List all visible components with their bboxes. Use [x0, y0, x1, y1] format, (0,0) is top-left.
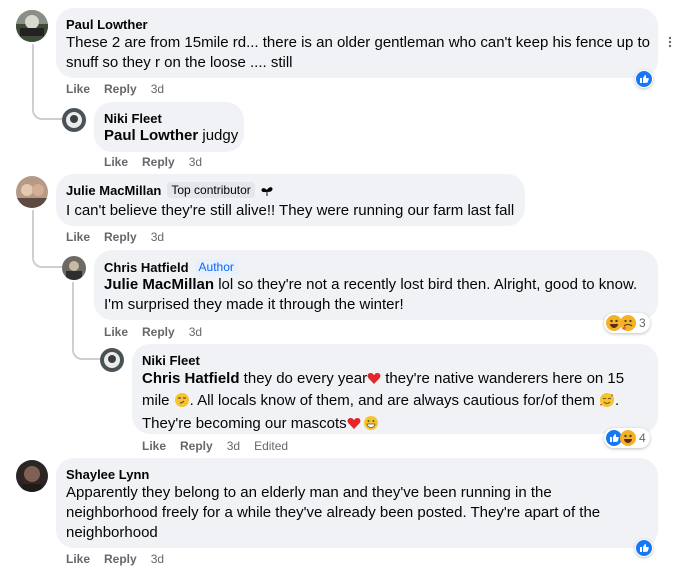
- comment-actions: Like Reply 3d: [104, 325, 216, 339]
- like-button[interactable]: Like: [104, 325, 128, 339]
- avatar[interactable]: [16, 460, 48, 492]
- mention-link[interactable]: Paul Lowther: [104, 127, 198, 144]
- timestamp[interactable]: 3d: [227, 439, 240, 453]
- like-button[interactable]: Like: [142, 439, 166, 453]
- reply-button[interactable]: Reply: [142, 155, 175, 169]
- reply-button[interactable]: Reply: [104, 552, 137, 566]
- mention-link[interactable]: Chris Hatfield: [142, 370, 240, 387]
- heart-emoji-icon: [347, 416, 361, 436]
- comment-author-row: Julie MacMillan Top contributor: [66, 182, 273, 200]
- like-button[interactable]: Like: [66, 230, 90, 244]
- avatar[interactable]: [62, 256, 86, 280]
- timestamp[interactable]: 3d: [151, 230, 164, 244]
- avatar[interactable]: [16, 10, 48, 42]
- reaction-badge[interactable]: 3: [604, 313, 650, 333]
- comment-bubble: Julie MacMillan Top contributor I can't b…: [56, 174, 525, 226]
- comment-author[interactable]: Paul Lowther: [66, 17, 148, 32]
- heart-emoji-icon: [367, 371, 381, 391]
- smirk-emoji-icon: [174, 392, 190, 414]
- comment-text: Chris Hatfield they do every year they'r…: [142, 369, 642, 437]
- reply-button[interactable]: Reply: [104, 230, 137, 244]
- reply-button[interactable]: Reply: [104, 82, 137, 96]
- comment-author[interactable]: Julie MacMillan: [66, 183, 161, 198]
- comment-actions: Like Reply 3d: [104, 155, 216, 169]
- comment-text: Julie MacMillan lol so they're not a rec…: [104, 275, 652, 315]
- like-button[interactable]: Like: [104, 155, 128, 169]
- haha-reaction-icon: [620, 430, 636, 446]
- reaction-badge[interactable]: 4: [604, 428, 650, 448]
- comment-bubble: Chris Hatfield Author Julie MacMillan lol…: [94, 250, 658, 320]
- comment-author[interactable]: Niki Fleet: [142, 353, 200, 368]
- comment-text: Apparently they belong to an elderly man…: [66, 484, 601, 541]
- avatar[interactable]: [100, 348, 124, 372]
- timestamp[interactable]: 3d: [151, 552, 164, 566]
- reaction-badge[interactable]: [635, 70, 653, 88]
- comment-text: I can't believe they're still alive!! Th…: [66, 202, 515, 219]
- smiling-hearts-emoji-icon: [599, 392, 615, 414]
- comment-actions: Like Reply 3d: [66, 552, 178, 566]
- comment-bubble: Niki Fleet Paul Lowther judgy: [94, 102, 244, 152]
- comment-text-body: judgy: [198, 127, 239, 144]
- comment-text: These 2 are from 15mile rd... there is a…: [66, 34, 651, 71]
- comment-text-c: . All locals know of them, and are alway…: [189, 392, 600, 409]
- top-contributor-icon: [261, 185, 273, 200]
- comment-author[interactable]: Shaylee Lynn: [66, 467, 149, 482]
- avatar[interactable]: [16, 176, 48, 208]
- care-reaction-icon: [620, 315, 636, 331]
- comment-actions: Like Reply 3d Edited: [142, 439, 302, 453]
- mention-link[interactable]: Julie MacMillan: [104, 276, 214, 293]
- reaction-count: 4: [639, 431, 646, 445]
- comment-author[interactable]: Chris Hatfield: [104, 260, 189, 275]
- reaction-badge[interactable]: [635, 539, 653, 557]
- comment-bubble: Niki Fleet Chris Hatfield they do every …: [132, 344, 658, 434]
- like-reaction-icon: [636, 71, 652, 87]
- comment-author-row: Chris Hatfield Author: [104, 259, 238, 275]
- timestamp[interactable]: 3d: [151, 82, 164, 96]
- comment-bubble: Shaylee Lynn Apparently they belong to a…: [56, 458, 658, 548]
- reply-button[interactable]: Reply: [180, 439, 213, 453]
- like-button[interactable]: Like: [66, 552, 90, 566]
- like-button[interactable]: Like: [66, 82, 90, 96]
- author-badge[interactable]: Author: [194, 259, 238, 275]
- grinning-emoji-icon: [363, 415, 379, 437]
- thread-line: [32, 210, 62, 268]
- avatar[interactable]: [62, 108, 86, 132]
- reaction-count: 3: [639, 316, 646, 330]
- comment-bubble: Paul Lowther These 2 are from 15mile rd.…: [56, 8, 658, 78]
- comment-actions: Like Reply 3d: [66, 82, 178, 96]
- timestamp[interactable]: 3d: [189, 155, 202, 169]
- comment-actions: Like Reply 3d: [66, 230, 178, 244]
- comment-author[interactable]: Niki Fleet: [104, 111, 162, 126]
- like-reaction-icon: [636, 540, 652, 556]
- comment-text: Paul Lowther judgy: [104, 126, 238, 146]
- more-options-icon[interactable]: [666, 35, 674, 48]
- comment-text-a: they do every year: [239, 370, 368, 387]
- reply-button[interactable]: Reply: [142, 325, 175, 339]
- timestamp[interactable]: 3d: [189, 325, 202, 339]
- edited-label[interactable]: Edited: [254, 439, 288, 453]
- top-contributor-badge[interactable]: Top contributor: [167, 182, 255, 198]
